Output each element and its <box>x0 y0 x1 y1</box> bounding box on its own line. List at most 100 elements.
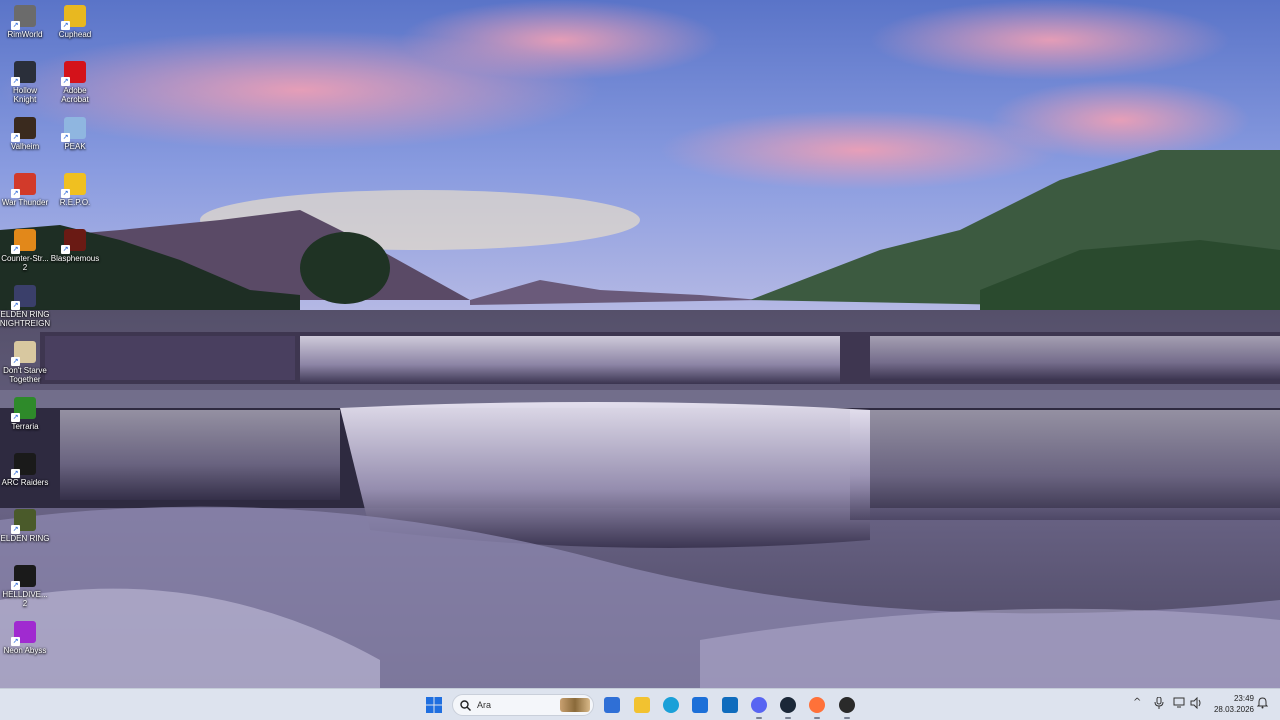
desktop-icon-label: Adobe Acrobat <box>61 86 89 104</box>
valheim-icon: ↗ <box>11 117 36 142</box>
desktop-icon-label: RimWorld <box>7 30 43 39</box>
adobe-acrobat-icon: ↗ <box>61 61 86 86</box>
desktop-icon-label: Blasphemous <box>50 254 100 263</box>
desktop-icon-label: War Thunder <box>1 198 49 207</box>
elden-ring-nightreign-icon: ↗ <box>11 285 36 310</box>
search-highlight-image <box>560 698 590 712</box>
desktop-icon-label: Counter-Str... 2 <box>1 254 49 272</box>
shortcut-arrow-icon: ↗ <box>11 637 20 646</box>
waterfall-landscape-image <box>0 0 1280 688</box>
desktop-icon-label: Cuphead <box>58 30 92 39</box>
start-button[interactable] <box>423 694 445 716</box>
firefox-icon <box>809 697 825 713</box>
taskbar-app-app[interactable] <box>836 694 858 719</box>
shortcut-arrow-icon: ↗ <box>61 245 70 254</box>
cuphead-icon: ↗ <box>61 5 86 30</box>
desktop-icon-label: Neon Abyss <box>3 646 47 655</box>
desktop-icon-label: ARC Raiders <box>1 478 49 487</box>
war-thunder-icon: ↗ <box>11 173 36 198</box>
elden-ring-icon: ↗ <box>11 509 36 534</box>
store-icon <box>692 697 708 713</box>
desktop-icon-counter-strike[interactable]: ↗ Counter-Str... 2 <box>0 229 50 272</box>
arc-raiders-icon: ↗ <box>11 453 36 478</box>
windows-start-icon <box>426 697 442 713</box>
running-indicator <box>844 717 850 719</box>
desktop-icon-elden-ring-nightreign[interactable]: ↗ ELDEN RING NIGHTREIGN <box>0 285 50 328</box>
clock[interactable]: 23:49 28.03.2026 <box>1208 693 1254 715</box>
desktop-icon-hollow-knight[interactable]: ↗ Hollow Knight <box>0 61 50 104</box>
taskbar-app-steam[interactable] <box>777 694 799 719</box>
discord-icon <box>751 697 767 713</box>
taskbar-app-edge[interactable] <box>660 694 682 716</box>
shortcut-arrow-icon: ↗ <box>61 77 70 86</box>
network-icon[interactable] <box>1173 697 1186 712</box>
notification-bell-icon[interactable] <box>1256 697 1269 712</box>
desktop-icon-helldivers-2[interactable]: ↗ HELLDIVE... 2 <box>0 565 50 608</box>
taskbar-app-widgets[interactable] <box>601 694 623 716</box>
desktop-icon-label: Terraria <box>11 422 39 431</box>
taskbar-app-outlook[interactable] <box>719 694 741 716</box>
shortcut-arrow-icon: ↗ <box>61 133 70 142</box>
desktop-icon-adobe-acrobat[interactable]: ↗ Adobe Acrobat <box>50 61 100 104</box>
desktop-icon-label: ELDEN RING NIGHTREIGN <box>0 310 51 328</box>
search-box[interactable]: Ara <box>452 694 594 716</box>
shortcut-arrow-icon: ↗ <box>11 21 20 30</box>
desktop-icon-repo[interactable]: ↗ R.E.P.O. <box>50 173 100 207</box>
shortcut-arrow-icon: ↗ <box>11 189 20 198</box>
edge-icon <box>663 697 679 713</box>
widgets-icon <box>604 697 620 713</box>
desktop-icon-valheim[interactable]: ↗ Valheim <box>0 117 50 151</box>
clock-time: 23:49 <box>1233 694 1254 703</box>
desktop-icon-label: Don't Starve Together <box>3 366 47 384</box>
search-icon <box>460 699 471 711</box>
desktop-icon-label: HELLDIVE... 2 <box>2 590 48 608</box>
search-placeholder: Ara <box>477 700 492 710</box>
desktop-icon-label: Hollow Knight <box>12 86 37 104</box>
shortcut-arrow-icon: ↗ <box>11 413 20 422</box>
taskbar-app-file-explorer[interactable] <box>631 694 653 716</box>
desktop-icon-label: Valheim <box>10 142 40 151</box>
show-hidden-icons-button[interactable]: ^ <box>1133 697 1141 708</box>
desktop-icon-elden-ring[interactable]: ↗ ELDEN RING <box>0 509 50 543</box>
desktop-icon-arc-raiders[interactable]: ↗ ARC Raiders <box>0 453 50 487</box>
shortcut-arrow-icon: ↗ <box>11 525 20 534</box>
outlook-icon <box>722 697 738 713</box>
desktop-icon-terraria[interactable]: ↗ Terraria <box>0 397 50 431</box>
shortcut-arrow-icon: ↗ <box>61 21 70 30</box>
taskbar-app-firefox[interactable] <box>806 694 828 719</box>
blasphemous-icon: ↗ <box>61 229 86 254</box>
taskbar-app-discord[interactable] <box>748 694 770 719</box>
running-indicator <box>756 717 762 719</box>
shortcut-arrow-icon: ↗ <box>11 469 20 478</box>
shortcut-arrow-icon: ↗ <box>11 133 20 142</box>
desktop-icon-neon-abyss[interactable]: ↗ Neon Abyss <box>0 621 50 655</box>
dont-starve-together-icon: ↗ <box>11 341 36 366</box>
hollow-knight-icon: ↗ <box>11 61 36 86</box>
repo-icon: ↗ <box>61 173 86 198</box>
desktop-icon-blasphemous[interactable]: ↗ Blasphemous <box>50 229 100 263</box>
shortcut-arrow-icon: ↗ <box>11 245 20 254</box>
desktop-icon-label: ELDEN RING <box>0 534 50 543</box>
rimworld-icon: ↗ <box>11 5 36 30</box>
desktop-icon-cuphead[interactable]: ↗ Cuphead <box>50 5 100 39</box>
desktop-icon-peak[interactable]: ↗ PEAK <box>50 117 100 151</box>
shortcut-arrow-icon: ↗ <box>11 357 20 366</box>
desktop-icon-label: PEAK <box>64 142 86 151</box>
helldivers-2-icon: ↗ <box>11 565 36 590</box>
desktop-wallpaper <box>0 0 1280 688</box>
desktop-icon-dont-starve-together[interactable]: ↗ Don't Starve Together <box>0 341 50 384</box>
taskbar-app-store[interactable] <box>689 694 711 716</box>
clock-date: 28.03.2026 <box>1213 705 1254 714</box>
desktop-icon-war-thunder[interactable]: ↗ War Thunder <box>0 173 50 207</box>
running-indicator <box>814 717 820 719</box>
microphone-icon[interactable] <box>1154 696 1164 712</box>
shortcut-arrow-icon: ↗ <box>11 301 20 310</box>
desktop-icon-label: R.E.P.O. <box>59 198 91 207</box>
volume-icon[interactable] <box>1190 696 1203 712</box>
file-explorer-icon <box>634 697 650 713</box>
shortcut-arrow-icon: ↗ <box>11 77 20 86</box>
shortcut-arrow-icon: ↗ <box>61 189 70 198</box>
desktop-icon-rimworld[interactable]: ↗ RimWorld <box>0 5 50 39</box>
taskbar: Ara ^ 23:49 28.03.2026 <box>0 688 1280 720</box>
counter-strike-icon: ↗ <box>11 229 36 254</box>
